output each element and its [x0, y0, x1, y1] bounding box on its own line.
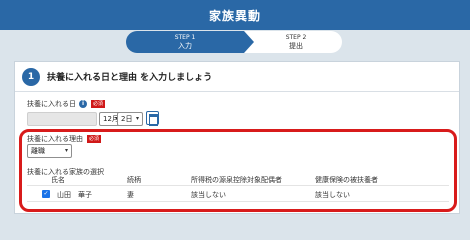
step-arrow-icon	[244, 31, 254, 53]
required-badge: 必須	[87, 135, 102, 143]
step-2-label: 提出	[289, 42, 303, 50]
reason-field-label: 扶養に入れる理由	[27, 135, 83, 143]
column-header-tax-spouse: 所得税の源泉控除対象配偶者	[191, 176, 282, 184]
family-row-relation: 妻	[127, 191, 134, 199]
column-header-insurance: 健康保険の被扶養者	[315, 176, 378, 184]
step-1-label: 入力	[178, 42, 192, 50]
reason-field-label-row: 扶養に入れる理由 必須	[27, 134, 102, 144]
day-select[interactable]: 2日 ▾	[117, 112, 143, 126]
family-select-label: 扶養に入れる家族の選択	[27, 168, 104, 176]
step-1-number: STEP 1	[174, 34, 196, 41]
family-row-insurance: 該当しない	[315, 191, 350, 199]
step-1: STEP 1 入力	[126, 31, 244, 53]
reason-select-value: 離職	[31, 147, 45, 155]
date-field-label-row: 扶養に入れる日 i 必須	[27, 99, 106, 109]
section-header: 1 扶養に入れる日と理由 を入力しましょう	[15, 62, 459, 92]
year-input[interactable]	[27, 112, 97, 126]
column-header-relation: 続柄	[127, 176, 141, 184]
chevron-down-icon: ▾	[64, 147, 68, 154]
step-indicator: STEP 1 入力 STEP 2 提出	[126, 31, 342, 53]
family-row-name: 山田 華子	[57, 191, 92, 199]
day-select-value: 2日	[121, 115, 133, 123]
family-row-checkbox[interactable]: ✓	[42, 190, 50, 198]
required-badge: 必須	[91, 100, 106, 108]
step-2: STEP 2 提出	[244, 31, 342, 53]
column-header-name: 氏名	[51, 176, 65, 184]
calendar-icon[interactable]	[146, 111, 159, 126]
chevron-down-icon: ▾	[135, 115, 139, 122]
reason-select[interactable]: 離職 ▾	[27, 144, 72, 158]
section-title: 扶養に入れる日と理由 を入力しましょう	[47, 73, 213, 83]
table-divider	[27, 185, 449, 186]
table-divider	[27, 201, 449, 202]
form-card: 1 扶養に入れる日と理由 を入力しましょう 扶養に入れる日i必須 12月 ▾ 2…	[14, 61, 460, 214]
app-header: 家族異動	[0, 0, 470, 30]
date-field-label: 扶養に入れる日	[27, 100, 76, 108]
info-icon[interactable]: i	[79, 100, 87, 108]
family-row-tax: 該当しない	[191, 191, 226, 199]
page-title: 家族異動	[208, 8, 261, 23]
section-number: 1	[22, 68, 40, 86]
step-2-number: STEP 2	[285, 34, 307, 41]
